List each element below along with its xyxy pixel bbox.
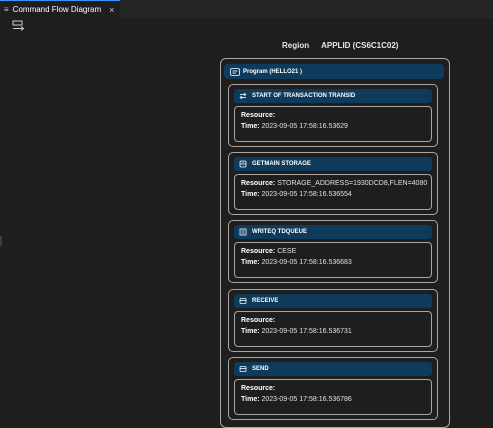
region-header: Region APPLID (CS6C1C02): [282, 41, 398, 50]
region-value: APPLID (CS6C1C02): [321, 41, 399, 50]
resource-label: Resource:: [241, 112, 276, 119]
program-header[interactable]: Program (HELLO21 ): [224, 64, 444, 79]
card-header: SEND: [234, 362, 432, 376]
terminal-icon: [239, 298, 247, 304]
resource-label: Resource:: [241, 180, 276, 187]
card-body: Resource: Time: 2023-09-05 17:58:16.5367…: [234, 311, 432, 347]
card-header: WRITEQ TDQUEUE: [234, 225, 432, 239]
command-card[interactable]: START OF TRANSACTION TRANSID Resource: T…: [228, 84, 438, 147]
time-label: Time:: [241, 191, 260, 198]
time-label: Time:: [241, 396, 260, 403]
time-value: 2023-09-05 17:58:16.536786: [261, 396, 352, 403]
card-body: Resource: CESE Time: 2023-09-05 17:58:16…: [234, 242, 432, 278]
time-label: Time:: [241, 328, 260, 335]
command-card[interactable]: GETMAIN STORAGE Resource: STORAGE_ADDRES…: [228, 152, 438, 215]
card-title: WRITEQ TDQUEUE: [252, 229, 307, 235]
card-header: RECEIVE: [234, 294, 432, 308]
resource-value: STORAGE_ADDRESS=1930DCD8,FLEN=4080: [277, 180, 428, 187]
resource-label: Resource:: [241, 248, 276, 255]
command-card[interactable]: SEND Resource: Time: 2023-09-05 17:58:16…: [228, 357, 438, 420]
transfer-icon: [239, 92, 247, 100]
card-title: START OF TRANSACTION TRANSID: [252, 93, 356, 99]
card-body: Resource: Time: 2023-09-05 17:58:16.5362…: [234, 106, 432, 142]
time-label: Time:: [241, 123, 260, 130]
time-value: 2023-09-05 17:58:16.53629: [261, 123, 348, 130]
resource-label: Resource:: [241, 317, 276, 324]
command-card[interactable]: RECEIVE Resource: Time: 2023-09-05 17:58…: [228, 289, 438, 352]
card-title: GETMAIN STORAGE: [252, 161, 311, 167]
panel-edge-marker: [0, 236, 2, 246]
card-title: SEND: [252, 366, 269, 372]
close-icon[interactable]: ×: [109, 5, 114, 15]
program-label: Program (HELLO21 ): [243, 68, 303, 75]
time-value: 2023-09-05 17:58:16.536683: [261, 259, 352, 266]
queue-icon: [239, 228, 247, 236]
card-title: RECEIVE: [252, 298, 279, 304]
program-icon: [230, 67, 240, 76]
resource-value: CESE: [277, 248, 297, 255]
time-value: 2023-09-05 17:58:16.536731: [261, 328, 352, 335]
time-value: 2023-09-05 17:58:16.536554: [261, 191, 352, 198]
tab-label: Command Flow Diagram: [12, 5, 102, 14]
storage-icon: [239, 160, 247, 168]
resource-label: Resource:: [241, 385, 276, 392]
tab-command-flow-diagram[interactable]: ≡ Command Flow Diagram ×: [0, 0, 120, 18]
menu-icon: ≡: [4, 5, 9, 14]
card-body: Resource: STORAGE_ADDRESS=1930DCD8,FLEN=…: [234, 174, 432, 210]
terminal-icon: [239, 366, 247, 372]
flow-layout-icon[interactable]: [12, 20, 26, 32]
time-label: Time:: [241, 259, 260, 266]
card-header: GETMAIN STORAGE: [234, 157, 432, 171]
card-header: START OF TRANSACTION TRANSID: [234, 89, 432, 103]
editor-tab-bar: ≡ Command Flow Diagram ×: [0, 0, 493, 18]
card-body: Resource: Time: 2023-09-05 17:58:16.5367…: [234, 379, 432, 415]
command-card[interactable]: WRITEQ TDQUEUE Resource: CESE Time: 2023…: [228, 220, 438, 283]
region-label: Region: [282, 41, 310, 50]
